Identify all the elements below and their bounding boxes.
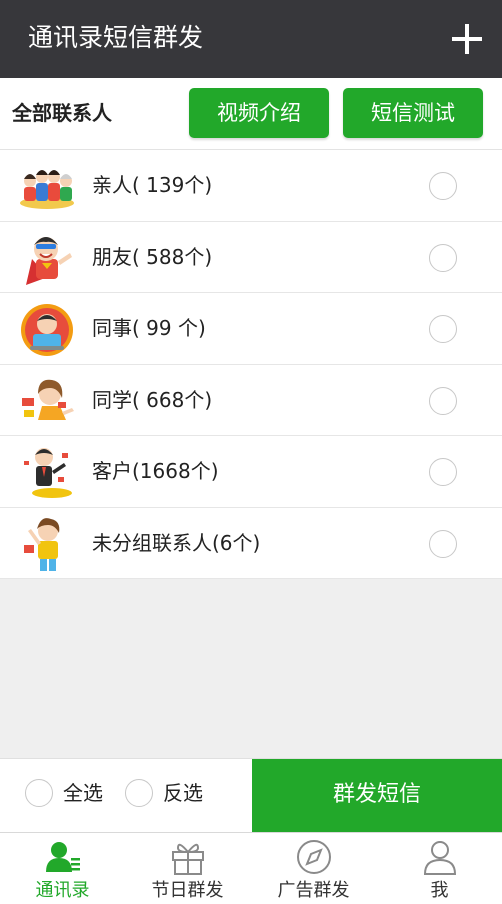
select-all-radio[interactable] (25, 779, 53, 807)
group-select-radio[interactable] (429, 386, 457, 415)
send-sms-button[interactable]: 群发短信 (252, 759, 502, 833)
group-row-friend[interactable]: 朋友( 588个) (0, 221, 502, 293)
group-select-radio[interactable] (429, 315, 457, 343)
invert-select-label: 反选 (163, 781, 203, 805)
group-select-radio[interactable] (429, 458, 457, 486)
select-all-option[interactable]: 全选 (25, 779, 115, 809)
tab-me[interactable]: 我 (377, 833, 502, 904)
tab-label: 通讯录 (35, 880, 90, 901)
tab-label: 节日群发 (151, 880, 224, 901)
group-row-classmate[interactable]: 同学( 668个) (0, 364, 502, 436)
plus-icon[interactable] (452, 24, 482, 54)
group-row-colleague[interactable]: 同事( 99 个) (0, 293, 502, 365)
invert-select-option[interactable]: 反选 (125, 779, 215, 809)
group-label: 朋友( 588个) (92, 244, 213, 269)
select-all-label: 全选 (63, 781, 103, 805)
tab-contacts[interactable]: 通讯录 (0, 833, 125, 904)
page-title: 通讯录短信群发 (28, 23, 204, 52)
tab-bar: 通讯录 节日群发 广告群发 我 (0, 832, 502, 904)
customer-avatar-icon (24, 448, 72, 498)
tab-label: 我 (430, 880, 449, 901)
title-bar: 通讯录短信群发 (0, 0, 502, 78)
colleague-avatar-icon (21, 304, 73, 356)
group-toolbar: 全部联系人 视频介绍 短信测试 (0, 78, 502, 150)
group-select-radio[interactable] (429, 243, 457, 272)
contacts-icon (46, 842, 80, 872)
invert-select-radio[interactable] (125, 779, 153, 807)
group-select-radio[interactable] (429, 172, 457, 200)
contact-group-list: 亲人( 139个) 朋友( 588个) 同事( 99 个) 同学(668个) … (0, 150, 502, 579)
video-intro-button[interactable]: 视频介绍 (189, 88, 329, 138)
group-row-ungrouped[interactable]: 未分组联系人(6个) (0, 507, 502, 579)
group-label: 同学( 668个) (92, 387, 213, 412)
group-row-customer[interactable]: 客户(1668个) (0, 436, 502, 508)
group-label: 未分组联系人(6个) (92, 530, 261, 555)
tab-label: 广告群发 (277, 880, 350, 901)
classmate-avatar-icon (22, 379, 74, 420)
ungrouped-avatar-icon (24, 517, 60, 571)
group-select-radio[interactable] (429, 529, 457, 558)
bottom-action-bar: 全选 反选 群发短信 (0, 758, 502, 833)
group-label: 客户(1668个) (92, 459, 219, 483)
tab-advert[interactable]: 广告群发 (251, 833, 376, 904)
tab-holiday[interactable]: 节日群发 (125, 833, 250, 904)
compass-icon (297, 840, 331, 874)
family-avatar-icon (20, 170, 74, 209)
user-icon (423, 841, 457, 875)
superhero-avatar-icon (26, 236, 72, 285)
all-contacts-label[interactable]: 全部联系人 (12, 98, 112, 128)
gift-icon (172, 843, 204, 875)
group-label: 同事( 99 个) (92, 316, 206, 340)
group-row-family[interactable]: 亲人( 139个) (0, 150, 502, 222)
sms-test-button[interactable]: 短信测试 (343, 88, 483, 138)
group-label: 亲人( 139个) (92, 173, 213, 197)
